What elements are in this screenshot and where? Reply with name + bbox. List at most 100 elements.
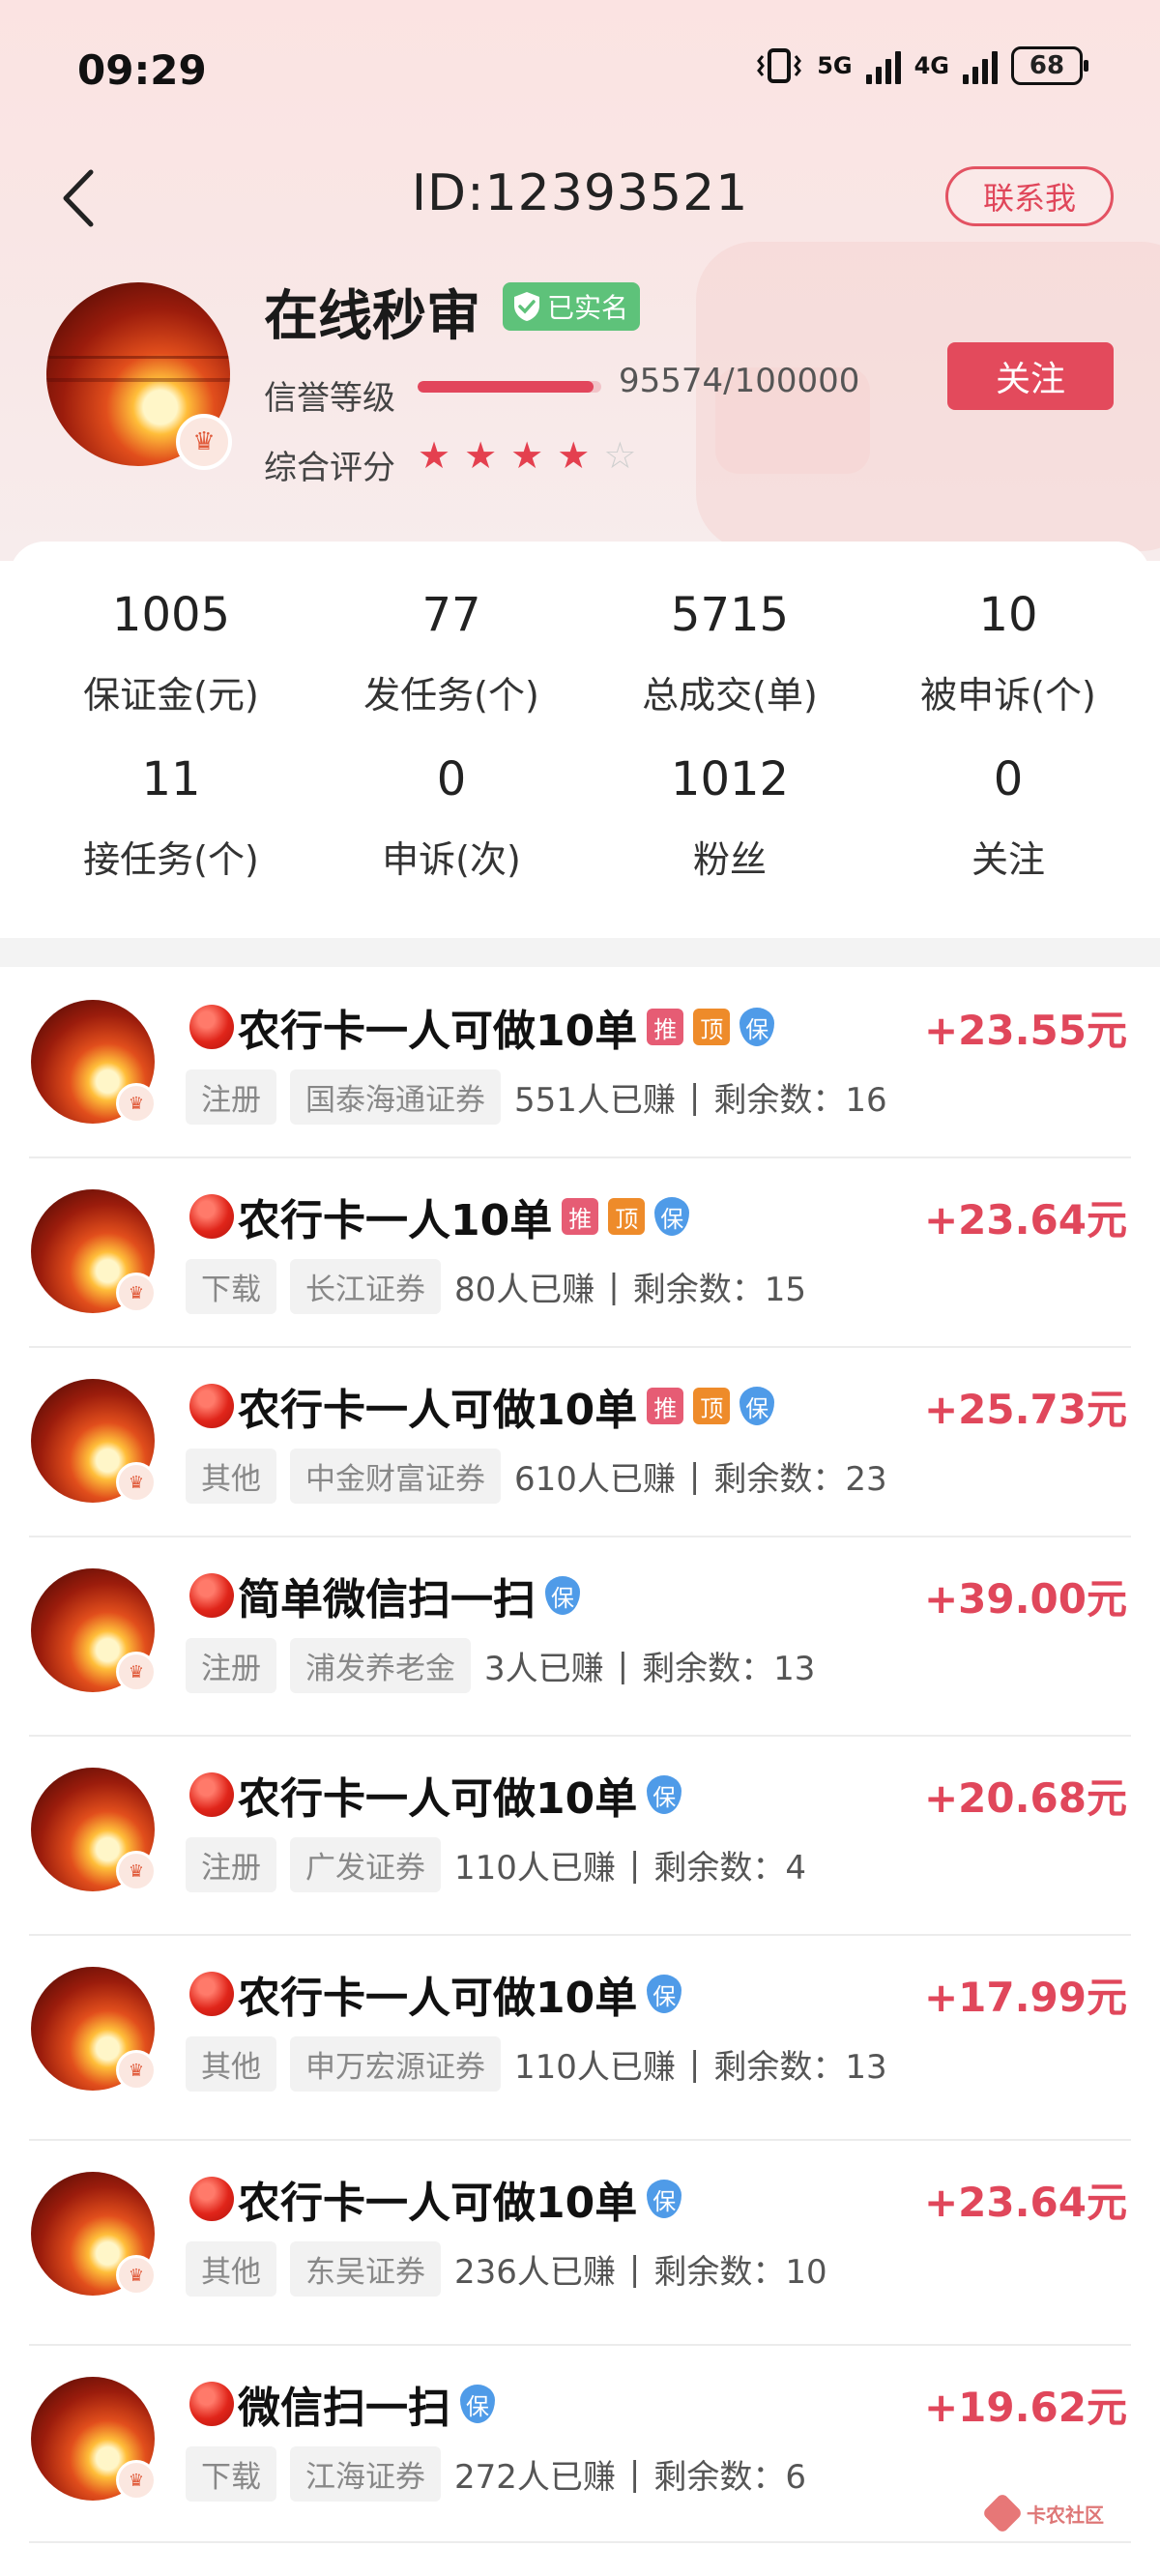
status-time: 09:29 bbox=[77, 46, 207, 94]
kanong-logo-icon bbox=[981, 2492, 1024, 2534]
task-meta: 注册 广发证券 110人已赚 | 剩余数：4 bbox=[186, 1837, 806, 1892]
task-title-text: 微信扫一扫 bbox=[238, 2384, 450, 2433]
star-filled-icon: ★ bbox=[418, 434, 451, 477]
task-meta: 其他 中金财富证券 610人已赚 | 剩余数：23 bbox=[186, 1449, 887, 1504]
guarantee-shield-icon: 保 bbox=[647, 1775, 682, 1814]
task-earned-count: 551人已赚 bbox=[514, 1081, 676, 1120]
crown-badge-icon: ♛ bbox=[116, 1462, 157, 1503]
stats-card: 1005 保证金(元) 77 发任务(个) 5715 总成交(单) 10 被申诉(个) 11 接任… bbox=[10, 542, 1150, 938]
network-5g-label: 5G bbox=[817, 52, 853, 79]
stat-value: 1005 bbox=[111, 588, 231, 642]
signal-icon bbox=[865, 47, 901, 84]
task-type-tag: 下载 bbox=[186, 1259, 276, 1314]
task-reward: +17.99元 bbox=[923, 1974, 1127, 2021]
crown-badge-icon: ♛ bbox=[116, 2255, 157, 2296]
stat-label: 发任务(个) bbox=[363, 674, 539, 717]
task-remaining-count: 剩余数：6 bbox=[653, 2458, 807, 2497]
task-meta: 下载 长江证券 80人已赚 | 剩余数：15 bbox=[186, 1259, 806, 1314]
user-nickname: 在线秒审 bbox=[264, 285, 480, 348]
task-reward: +23.64元 bbox=[923, 2179, 1127, 2226]
contact-me-button[interactable]: 联系我 bbox=[945, 166, 1114, 226]
vibrate-icon bbox=[757, 48, 802, 83]
task-type-tag: 其他 bbox=[186, 2241, 276, 2297]
guarantee-shield-icon: 保 bbox=[460, 2385, 495, 2423]
task-remaining-count: 剩余数：13 bbox=[713, 2048, 887, 2087]
stat-item: 1005 保证金(元) bbox=[31, 588, 311, 718]
guarantee-shield-icon: 保 bbox=[647, 1975, 682, 2013]
task-company-tag: 浦发养老金 bbox=[290, 1638, 471, 1693]
task-meta: 其他 申万宏源证券 110人已赚 | 剩余数：13 bbox=[186, 2036, 887, 2092]
top-tag-icon: 顶 bbox=[693, 1388, 731, 1424]
task-company-tag: 广发证券 bbox=[290, 1837, 441, 1892]
stat-label: 申诉(次) bbox=[382, 838, 521, 881]
stat-value: 11 bbox=[141, 752, 201, 806]
task-reward: +25.73元 bbox=[923, 1386, 1127, 1433]
verified-badge: 已实名 bbox=[503, 282, 641, 331]
task-title-text: 农行卡一人可做10单 bbox=[238, 1386, 638, 1435]
stat-item: 77 发任务(个) bbox=[311, 588, 592, 718]
task-title: 农行卡一人可做10单推顶保 bbox=[189, 1375, 775, 1437]
stat-value: 10 bbox=[978, 588, 1038, 642]
overall-score-label: 综合评分 bbox=[264, 449, 395, 487]
task-title: 农行卡一人可做10单保 bbox=[189, 1963, 682, 2025]
task-meta: 其他 东吴证券 236人已赚 | 剩余数：10 bbox=[186, 2241, 827, 2297]
red-dot-icon bbox=[189, 1005, 234, 1049]
task-row[interactable]: ♛ 农行卡一人可做10单保 +17.99元 其他 申万宏源证券 110人已赚 | 剩余数：13 bbox=[0, 1934, 1160, 2141]
guarantee-shield-icon: 保 bbox=[740, 1008, 775, 1046]
task-title: 农行卡一人可做10单推顶保 bbox=[189, 996, 775, 1058]
meta-separator: | bbox=[608, 1267, 620, 1306]
crown-badge-icon: ♛ bbox=[116, 1273, 157, 1313]
red-dot-icon bbox=[189, 1772, 234, 1817]
task-title: 微信扫一扫保 bbox=[189, 2373, 495, 2435]
task-row[interactable]: ♛ 农行卡一人可做10单推顶保 +23.55元 注册 国泰海通证券 551人已赚 | 剩余数：… bbox=[0, 967, 1160, 1158]
network-4g-label: 4G bbox=[914, 52, 949, 79]
guarantee-shield-icon: 保 bbox=[545, 1576, 580, 1615]
task-title: 农行卡一人可做10单保 bbox=[189, 2168, 682, 2230]
task-type-tag: 注册 bbox=[186, 1069, 276, 1125]
guarantee-shield-icon: 保 bbox=[654, 1197, 690, 1236]
task-type-tag: 下载 bbox=[186, 2446, 276, 2502]
stat-label: 关注 bbox=[971, 838, 1045, 881]
task-type-tag: 注册 bbox=[186, 1837, 276, 1892]
crown-badge-icon: ♛ bbox=[116, 2050, 157, 2091]
task-row[interactable]: ♛ 农行卡一人10单推顶保 +23.64元 下载 长江证券 80人已赚 | 剩余数：15 bbox=[0, 1156, 1160, 1348]
task-earned-count: 236人已赚 bbox=[454, 2253, 616, 2292]
credit-level-label: 信誉等级 bbox=[264, 379, 395, 418]
task-earned-count: 3人已赚 bbox=[484, 1650, 604, 1688]
task-title-text: 农行卡一人可做10单 bbox=[238, 1974, 638, 2023]
task-reward: +23.64元 bbox=[923, 1196, 1127, 1244]
recommend-tag-icon: 推 bbox=[562, 1198, 599, 1235]
task-remaining-count: 剩余数：10 bbox=[653, 2253, 827, 2292]
red-dot-icon bbox=[189, 1972, 234, 2016]
red-dot-icon bbox=[189, 1573, 234, 1618]
task-title-text: 农行卡一人10单 bbox=[238, 1196, 553, 1245]
star-filled-icon: ★ bbox=[464, 434, 498, 477]
stat-label: 总成交(单) bbox=[642, 674, 818, 717]
follow-button[interactable]: 关注 bbox=[947, 342, 1114, 410]
credit-progress-fill bbox=[418, 381, 594, 393]
task-reward: +23.55元 bbox=[923, 1007, 1127, 1054]
red-dot-icon bbox=[189, 2177, 234, 2221]
guarantee-shield-icon: 保 bbox=[647, 2180, 682, 2218]
star-filled-icon: ★ bbox=[510, 434, 544, 477]
task-row[interactable]: ♛ 简单微信扫一扫保 +39.00元 注册 浦发养老金 3人已赚 | 剩余数：13 bbox=[0, 1536, 1160, 1737]
crown-badge-icon: ♛ bbox=[176, 414, 232, 470]
recommend-tag-icon: 推 bbox=[647, 1009, 684, 1045]
meta-separator: | bbox=[688, 2044, 701, 2084]
task-row[interactable]: ♛ 农行卡一人可做10单保 +23.64元 其他 东吴证券 236人已赚 | 剩余数：10 bbox=[0, 2139, 1160, 2346]
star-empty-icon: ☆ bbox=[603, 434, 637, 477]
task-row[interactable]: ♛ 农行卡一人可做10单推顶保 +25.73元 其他 中金财富证券 610人已赚 | 剩余数：… bbox=[0, 1346, 1160, 1537]
meta-separator: | bbox=[628, 2249, 641, 2289]
stat-item: 0 申诉(次) bbox=[311, 752, 592, 883]
task-title-text: 农行卡一人可做10单 bbox=[238, 1007, 638, 1056]
stat-value: 5715 bbox=[670, 588, 790, 642]
task-remaining-count: 剩余数：15 bbox=[632, 1271, 806, 1309]
task-earned-count: 110人已赚 bbox=[454, 1849, 616, 1888]
stat-item: 0 关注 bbox=[868, 752, 1148, 883]
crown-badge-icon: ♛ bbox=[116, 1652, 157, 1692]
task-row[interactable]: ♛ 农行卡一人可做10单保 +20.68元 注册 广发证券 110人已赚 | 剩余数：4 bbox=[0, 1735, 1160, 1936]
meta-separator: | bbox=[628, 2454, 641, 2494]
stat-value: 0 bbox=[436, 752, 467, 806]
task-title: 简单微信扫一扫保 bbox=[189, 1565, 580, 1626]
meta-separator: | bbox=[688, 1077, 701, 1117]
